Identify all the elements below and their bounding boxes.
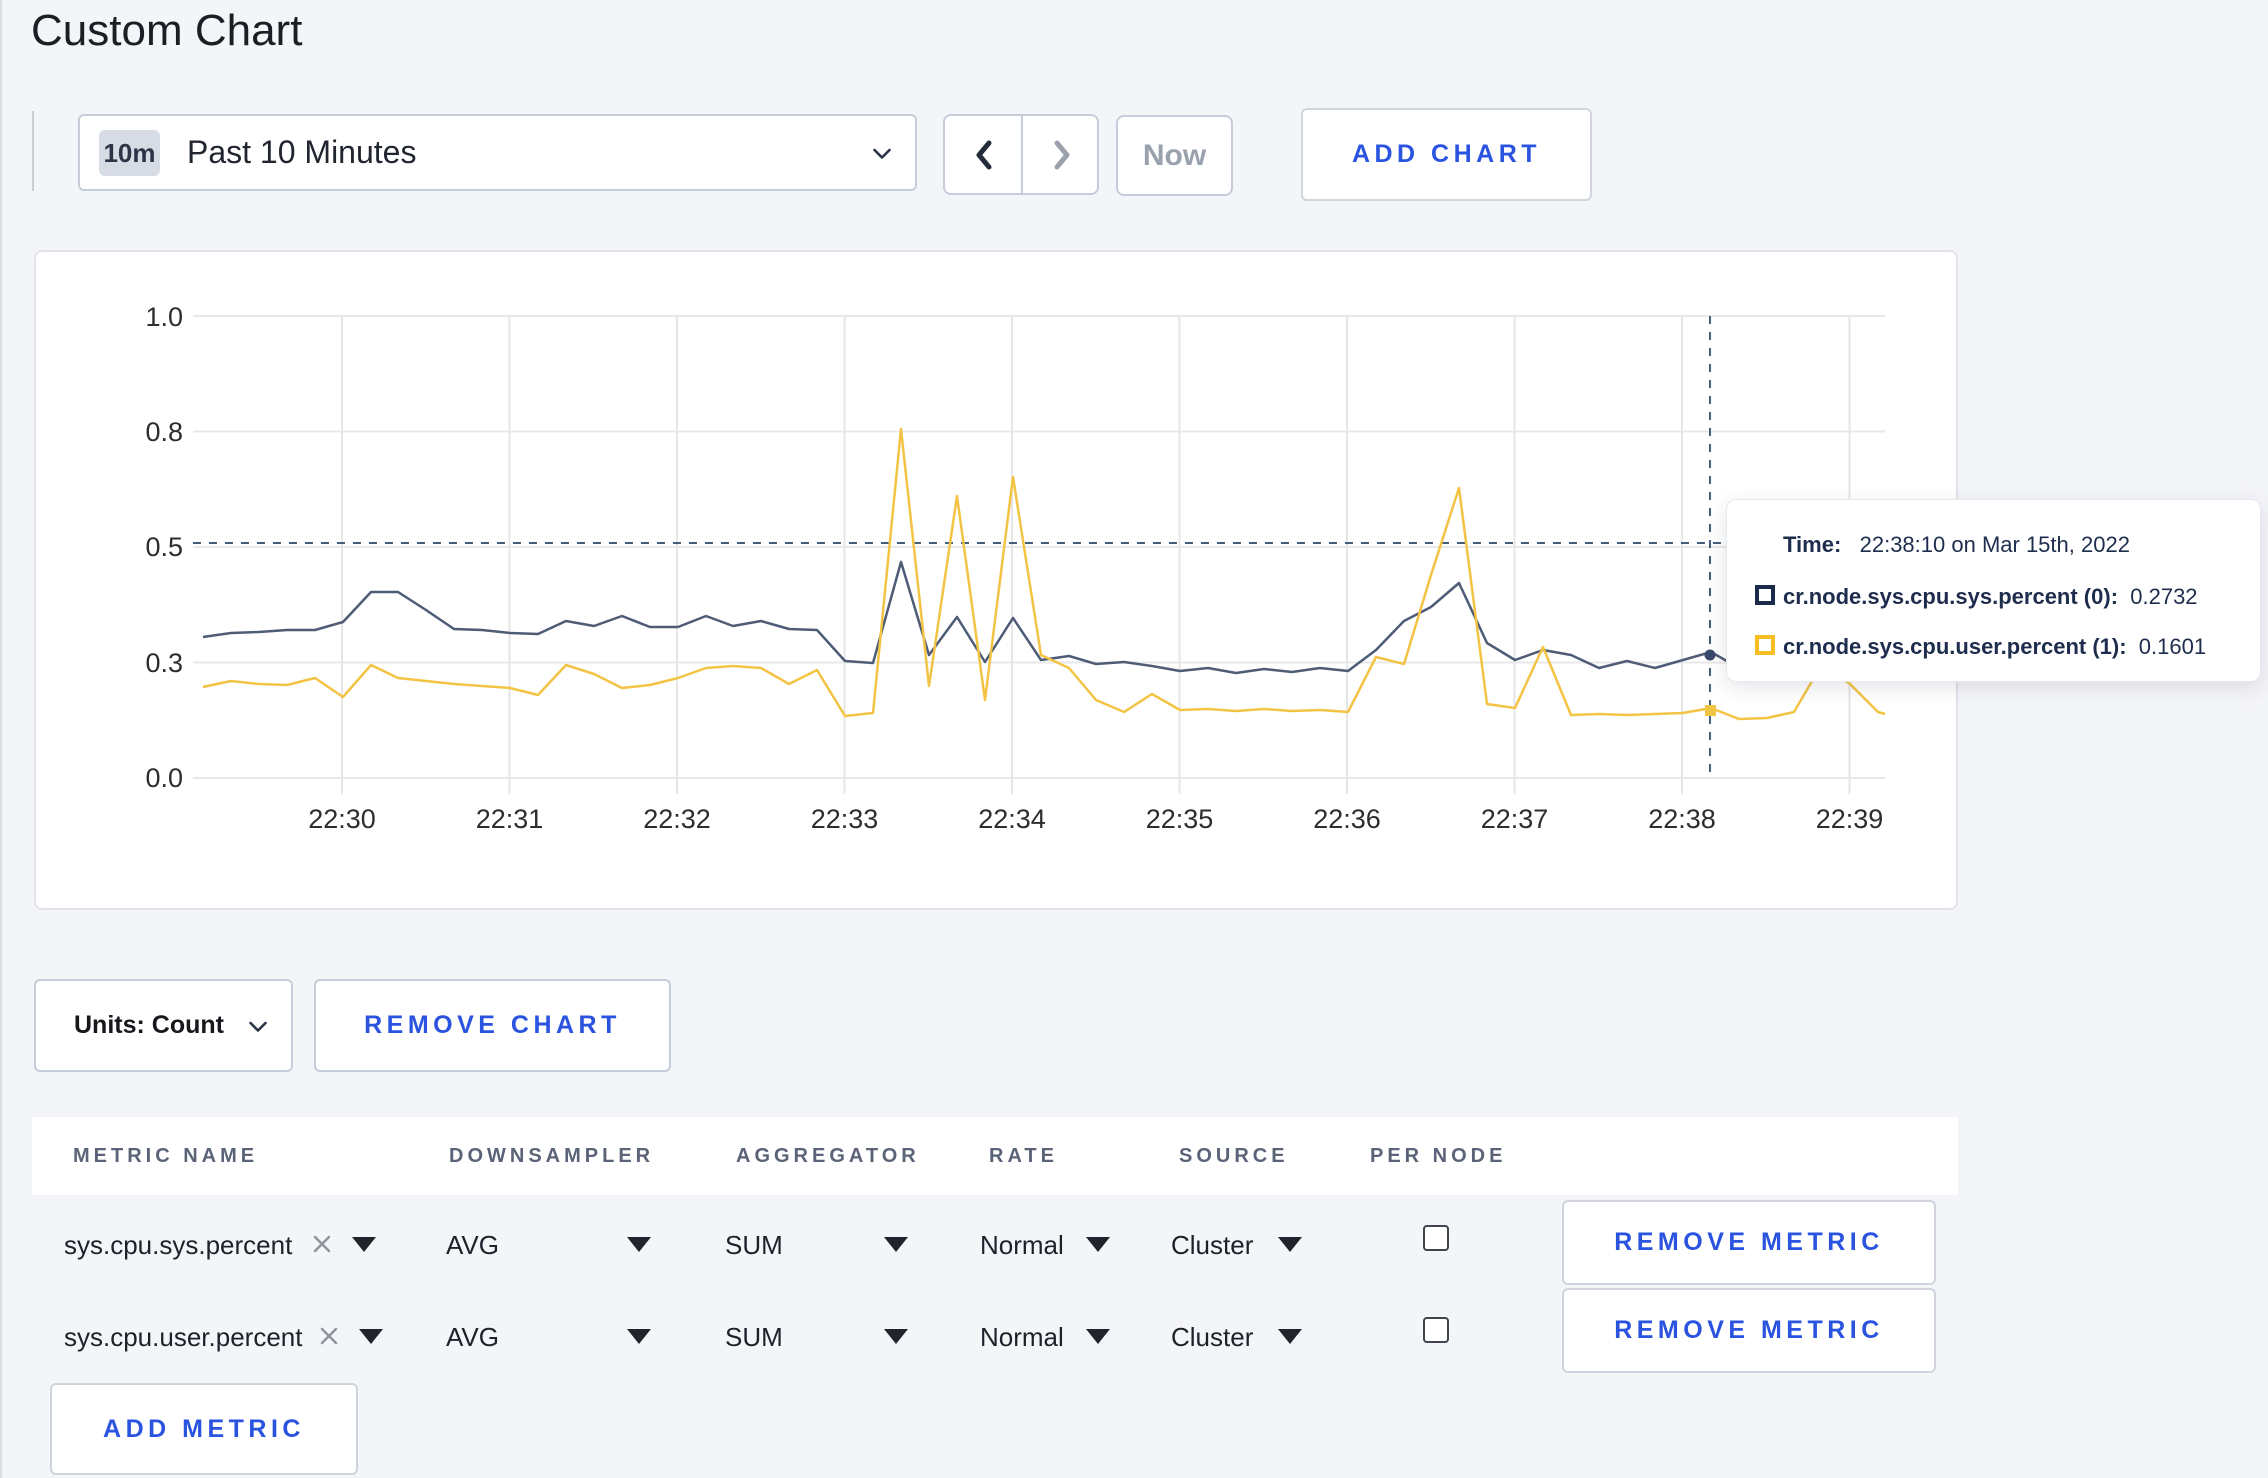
svg-text:22:30: 22:30 (308, 804, 376, 834)
svg-text:22:35: 22:35 (1146, 804, 1214, 834)
svg-text:22:31: 22:31 (476, 804, 544, 834)
svg-text:1.0: 1.0 (145, 302, 183, 332)
svg-text:22:36: 22:36 (1313, 804, 1381, 834)
svg-text:0.8: 0.8 (145, 417, 183, 447)
svg-text:22:38: 22:38 (1648, 804, 1716, 834)
svg-text:22:32: 22:32 (643, 804, 711, 834)
svg-text:0.5: 0.5 (145, 532, 183, 562)
svg-text:22:37: 22:37 (1481, 804, 1549, 834)
svg-text:0.0: 0.0 (145, 763, 183, 793)
svg-text:22:34: 22:34 (978, 804, 1046, 834)
svg-text:22:33: 22:33 (811, 804, 879, 834)
svg-text:22:39: 22:39 (1816, 804, 1884, 834)
svg-text:0.3: 0.3 (145, 648, 183, 678)
